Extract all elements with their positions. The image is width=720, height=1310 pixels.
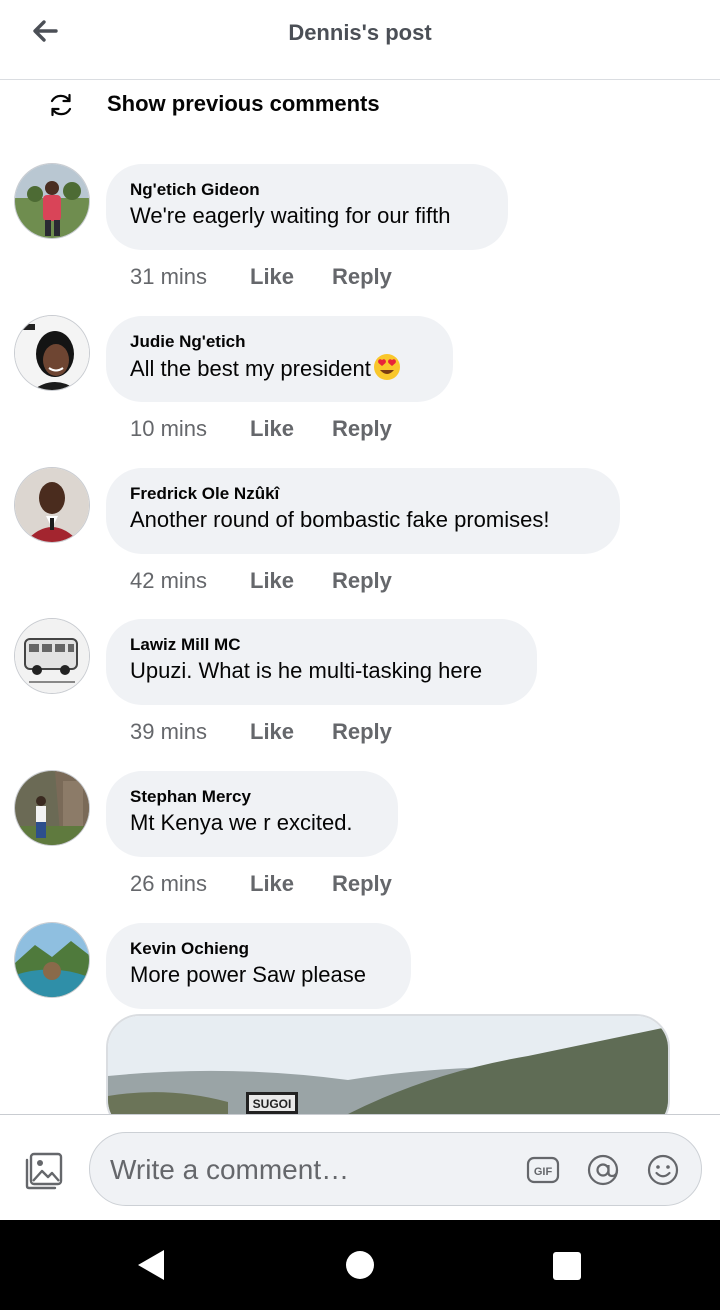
avatar[interactable] [15, 923, 89, 997]
heart-eyes-emoji-icon [373, 353, 401, 389]
comment-bubble: Lawiz Mill MC Upuzi. What is he multi-ta… [106, 619, 537, 705]
photo-button[interactable] [24, 1151, 64, 1191]
comment-author[interactable]: Judie Ng'etich [130, 331, 427, 353]
mention-button[interactable] [586, 1153, 620, 1187]
emoji-button[interactable] [646, 1153, 680, 1187]
comment-bubble: Fredrick Ole Nzûkî Another round of bomb… [106, 468, 620, 554]
comment-text: Mt Kenya we r excited. [130, 810, 353, 835]
comment-text: We're eagerly waiting for our fifth [130, 203, 451, 228]
photo-icon [25, 1152, 63, 1190]
comment-bubble: Stephan Mercy Mt Kenya we r excited. [106, 771, 398, 857]
like-button[interactable]: Like [250, 262, 294, 292]
at-sign-icon [587, 1154, 619, 1186]
nav-home-icon[interactable] [345, 1250, 375, 1280]
avatar[interactable] [15, 164, 89, 238]
comment-text: Another round of bombastic fake promises… [130, 507, 550, 532]
reply-button[interactable]: Reply [332, 869, 392, 899]
gif-label: GIF [534, 1166, 553, 1178]
nav-back-icon[interactable] [134, 1247, 170, 1283]
nav-recents-icon[interactable] [552, 1251, 582, 1281]
like-button[interactable]: Like [250, 414, 294, 444]
comment-input[interactable] [108, 1145, 512, 1195]
like-button[interactable]: Like [250, 717, 294, 747]
show-previous-comments[interactable]: Show previous comments [0, 80, 720, 130]
comment-author[interactable]: Ng'etich Gideon [130, 179, 482, 201]
avatar[interactable] [15, 316, 89, 390]
avatar[interactable] [15, 771, 89, 845]
comment-timestamp: 39 mins [130, 719, 208, 744]
reply-button[interactable]: Reply [332, 414, 392, 444]
comment-author[interactable]: Kevin Ochieng [130, 938, 385, 960]
show-previous-comments-label: Show previous comments [107, 91, 380, 116]
post-header: Dennis's post [0, 0, 720, 80]
comment-author[interactable]: Fredrick Ole Nzûkî [130, 483, 594, 505]
avatar[interactable] [15, 468, 89, 542]
comment-timestamp: 26 mins [130, 871, 208, 896]
like-button[interactable]: Like [250, 566, 294, 596]
page-title: Dennis's post [288, 20, 432, 45]
comment-bubble: Judie Ng'etich All the best my president [106, 316, 453, 402]
comment-bubble: Ng'etich Gideon We're eagerly waiting fo… [106, 164, 508, 250]
system-navigation-bar [0, 1220, 720, 1310]
smiley-icon [647, 1154, 679, 1186]
reply-button[interactable]: Reply [332, 262, 392, 292]
reply-button[interactable]: Reply [332, 717, 392, 747]
comment-text: More power Saw please [130, 962, 367, 987]
gif-button[interactable]: GIF [526, 1153, 560, 1187]
comment-timestamp: 31 mins [130, 264, 208, 289]
comment-text: Upuzi. What is he multi-tasking here [130, 658, 483, 683]
sign-text: SUGOI [252, 1097, 292, 1111]
comment-author[interactable]: Stephan Mercy [130, 786, 372, 808]
gif-icon: GIF [526, 1156, 560, 1184]
comment-bubble: Kevin Ochieng More power Saw please [106, 923, 411, 1009]
comment-composer: GIF [0, 1114, 720, 1221]
refresh-icon [50, 93, 72, 117]
reply-button[interactable]: Reply [332, 566, 392, 596]
comment-author[interactable]: Lawiz Mill MC [130, 634, 511, 656]
comment-timestamp: 42 mins [130, 568, 208, 593]
comment-text: All the best my president [130, 356, 371, 381]
avatar[interactable] [15, 619, 89, 693]
like-button[interactable]: Like [250, 869, 294, 899]
comment-timestamp: 10 mins [130, 416, 208, 441]
comment-input-wrapper: GIF [89, 1132, 702, 1206]
